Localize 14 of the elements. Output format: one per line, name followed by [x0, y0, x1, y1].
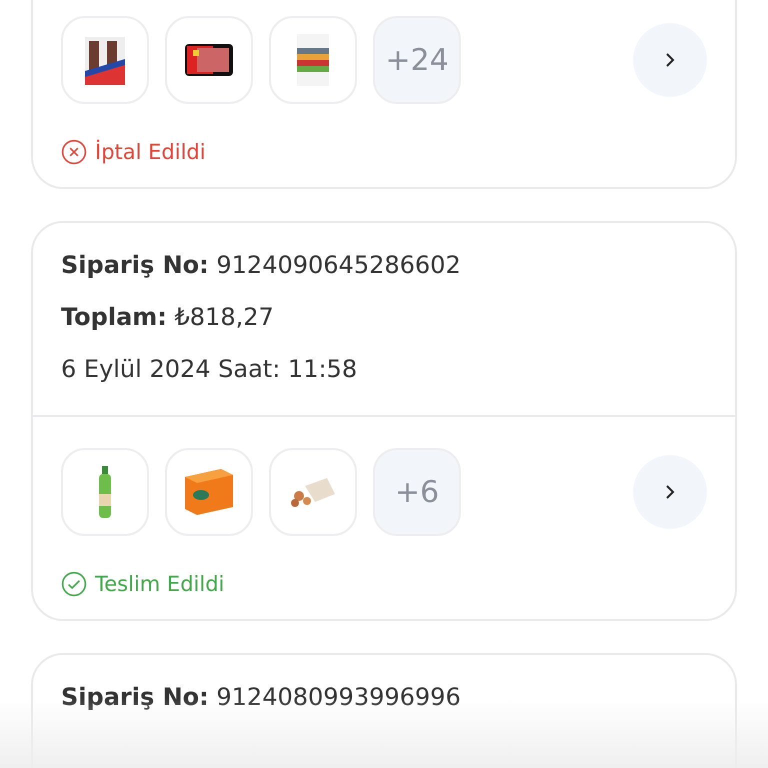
more-products-tile[interactable]: +24: [373, 16, 461, 104]
order-status: Teslim Edildi: [95, 572, 224, 596]
product-tile[interactable]: [61, 448, 149, 536]
order-number: Sipariş No: 9124080993996996: [61, 682, 462, 713]
order-status: İptal Edildi: [95, 140, 206, 164]
product-tile[interactable]: [61, 16, 149, 104]
product-tile[interactable]: [269, 16, 357, 104]
more-products-tile[interactable]: +6: [373, 448, 461, 536]
order-total: Toplam: ₺818,27: [61, 302, 275, 333]
product-tile[interactable]: [165, 16, 253, 104]
order-date: 6 Eylül 2024 Saat: 11:58: [61, 354, 358, 385]
order-number: Sipariş No: 9124090645286602: [61, 250, 462, 281]
product-tile[interactable]: [269, 448, 357, 536]
product-tile[interactable]: [165, 448, 253, 536]
